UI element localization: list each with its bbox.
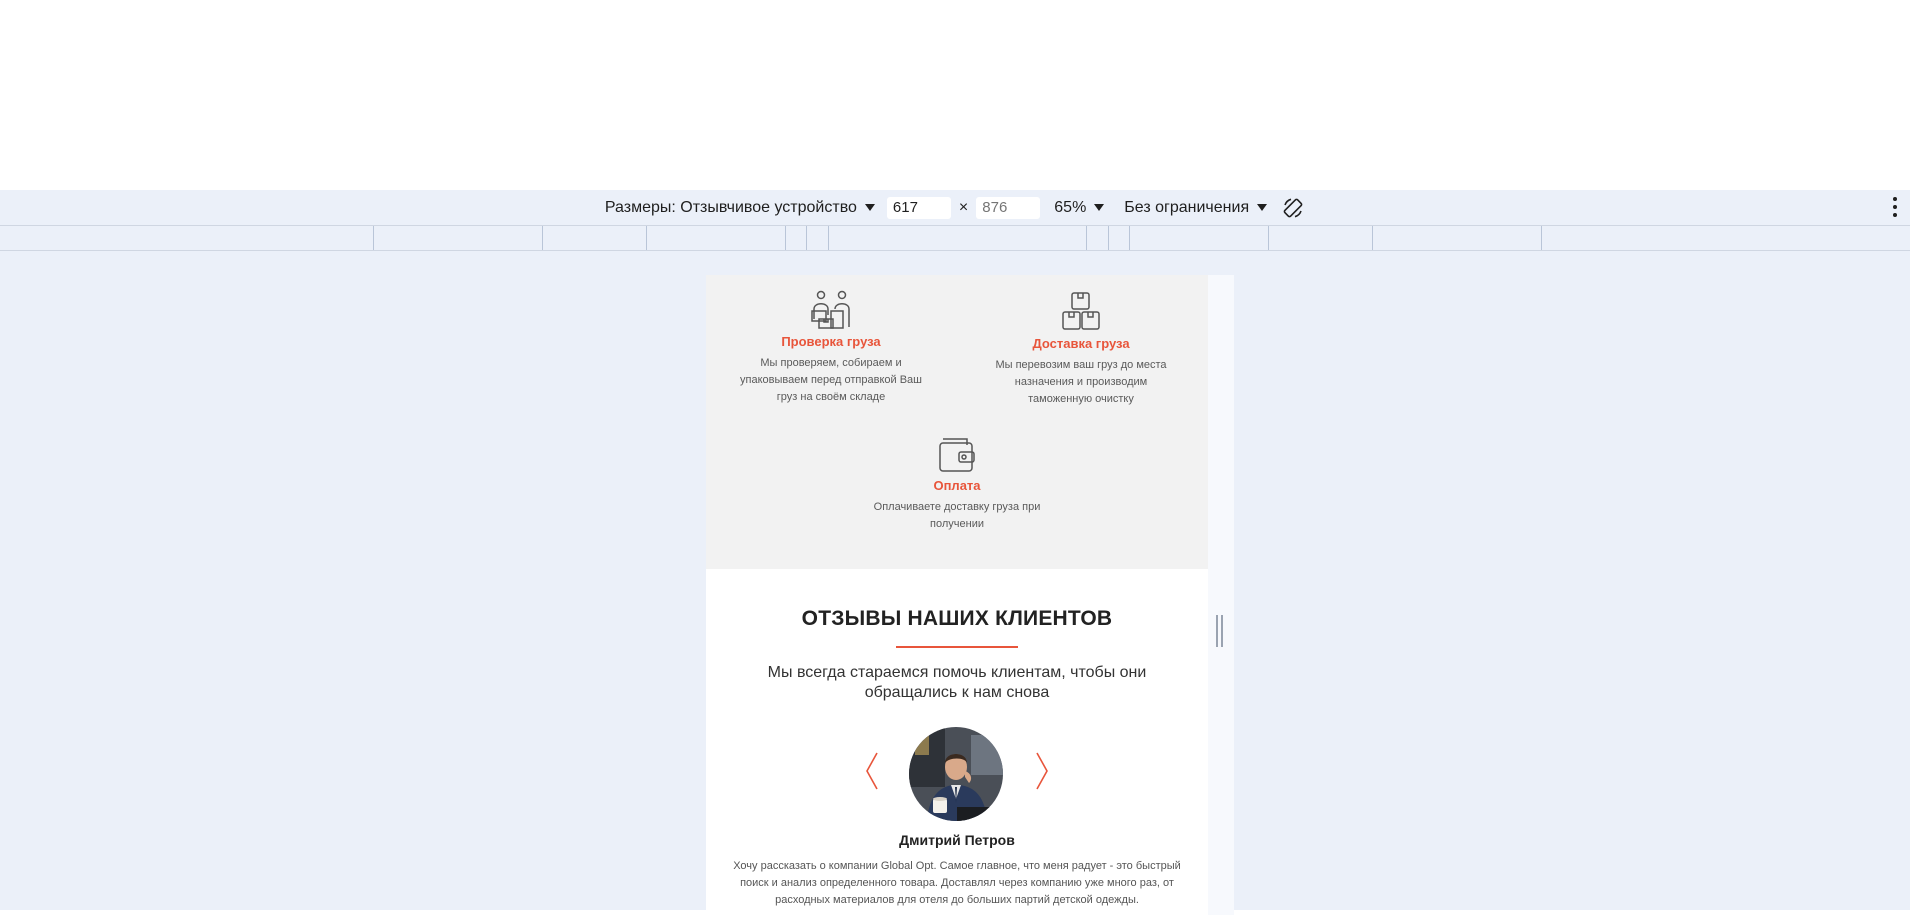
- zoom-dropdown[interactable]: 65%: [1054, 198, 1105, 217]
- wallet-icon: [939, 438, 975, 472]
- chevron-right-icon[interactable]: [1034, 751, 1050, 791]
- device-toolbar: Размеры: Отзывчивое устройство × 65% Без…: [0, 190, 1910, 226]
- reviewer-name: Дмитрий Петров: [899, 832, 1015, 848]
- avatar: [909, 727, 1003, 821]
- rotate-device-icon[interactable]: [1281, 196, 1305, 220]
- dimensions-dropdown[interactable]: Размеры: Отзывчивое устройство: [605, 199, 875, 217]
- service-item-check: Проверка груза Мы проверяем, собираем и …: [736, 289, 926, 406]
- viewport-gutter: [1208, 275, 1234, 915]
- more-options-icon[interactable]: [1892, 197, 1898, 217]
- section-title: ОТЗЫВЫ НАШИХ КЛИЕНТОВ: [801, 607, 1113, 630]
- chevron-down-icon: [1094, 204, 1105, 211]
- services-section: Проверка груза Мы проверяем, собираем и …: [706, 275, 1208, 569]
- media-query-bar: [0, 226, 1910, 251]
- media-query-marker[interactable]: [1541, 226, 1542, 250]
- title-underline: [896, 646, 1018, 648]
- height-input[interactable]: [976, 196, 1041, 219]
- emulated-viewport[interactable]: Проверка груза Мы проверяем, собираем и …: [706, 275, 1208, 915]
- reviews-section: ОТЗЫВЫ НАШИХ КЛИЕНТОВ Мы всегда стараемс…: [706, 569, 1208, 915]
- media-query-marker[interactable]: [1108, 226, 1109, 250]
- media-query-marker[interactable]: [1268, 226, 1269, 250]
- service-item-payment: Оплата Оплачиваете доставку груза при по…: [856, 433, 1058, 533]
- chevron-down-icon: [1257, 204, 1268, 211]
- service-title: Доставка груза: [1032, 336, 1130, 351]
- media-query-marker[interactable]: [1129, 226, 1130, 250]
- media-query-marker[interactable]: [1086, 226, 1087, 250]
- zoom-label: 65%: [1054, 198, 1087, 216]
- media-query-marker[interactable]: [828, 226, 829, 250]
- times-sign: ×: [958, 198, 969, 216]
- throttle-label: Без ограничения: [1124, 198, 1250, 216]
- service-item-delivery: Доставка груза Мы перевозим ваш груз до …: [986, 291, 1176, 408]
- section-subtitle: Мы всегда стараемся помочь клиентам, что…: [767, 664, 1147, 701]
- chevron-down-icon: [864, 204, 875, 211]
- service-title: Оплата: [933, 478, 981, 493]
- media-query-marker[interactable]: [646, 226, 647, 250]
- review-text: Хочу рассказать о компании Global Opt. С…: [733, 860, 1181, 906]
- media-query-marker[interactable]: [1372, 226, 1373, 250]
- browser-page-area-top: [0, 0, 1910, 191]
- resize-handle[interactable]: [1216, 615, 1223, 647]
- boxes-stack-icon: [1062, 292, 1100, 330]
- media-query-marker[interactable]: [785, 226, 786, 250]
- workers-boxes-icon: [811, 290, 850, 329]
- media-query-marker[interactable]: [806, 226, 807, 250]
- service-title: Проверка груза: [781, 334, 881, 349]
- media-query-marker[interactable]: [373, 226, 374, 250]
- chevron-left-icon[interactable]: [864, 751, 880, 791]
- reviewer-photo: [909, 727, 1003, 821]
- service-description: Оплачиваете доставку груза при получении: [873, 501, 1041, 530]
- service-description: Мы проверяем, собираем и упаковываем пер…: [740, 357, 922, 403]
- device-emulation-area: Проверка груза Мы проверяем, собираем и …: [0, 251, 1910, 915]
- service-description: Мы перевозим ваш груз до места назначени…: [995, 359, 1167, 405]
- throttle-dropdown[interactable]: Без ограничения: [1124, 198, 1268, 217]
- dimensions-label: Размеры: Отзывчивое устройство: [604, 198, 857, 216]
- media-query-marker[interactable]: [542, 226, 543, 250]
- width-input[interactable]: [886, 196, 951, 219]
